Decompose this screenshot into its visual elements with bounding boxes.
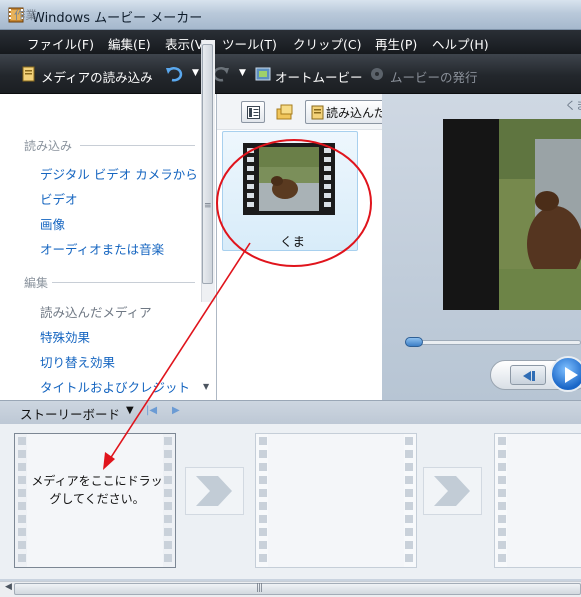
publish-movie-icon xyxy=(371,68,383,80)
task-import-video[interactable]: ビデオ xyxy=(40,189,78,208)
scroll-down-arrow-icon[interactable]: ▼ xyxy=(203,382,213,391)
task-imported-media[interactable]: 読み込んだメディア xyxy=(40,302,152,321)
section-divider xyxy=(52,282,195,283)
storyboard-dropdown-icon[interactable]: ▼ xyxy=(126,405,134,416)
import-media-button[interactable]: メディアの読み込み xyxy=(41,67,153,86)
undo-icon[interactable] xyxy=(165,66,183,82)
storyboard-view-label[interactable]: ストーリーボード xyxy=(20,404,120,423)
storyboard-next-icon[interactable]: ▶ xyxy=(172,405,180,416)
menu-play[interactable]: 再生(P) xyxy=(372,33,420,54)
section-divider xyxy=(80,145,195,146)
pane-view-icon xyxy=(247,106,260,119)
storyboard-frame-slot[interactable] xyxy=(255,433,417,568)
task-import-audio[interactable]: オーディオまたは音楽 xyxy=(40,239,164,258)
transition-slot[interactable] xyxy=(185,467,244,515)
rewind-icon xyxy=(523,371,535,381)
collection-icon xyxy=(311,105,324,120)
view-toggle-button[interactable] xyxy=(241,101,265,123)
scroll-grip-icon: ≡ xyxy=(204,201,212,211)
film-sprocket xyxy=(17,434,27,567)
redo-dropdown-icon[interactable]: ▼ xyxy=(239,68,246,78)
task-video-effects[interactable]: 特殊効果 xyxy=(40,327,90,346)
transition-arrow-icon xyxy=(434,476,470,506)
bear-clip-thumbnail[interactable] xyxy=(243,143,335,215)
task-transitions[interactable]: 切り替え効果 xyxy=(40,352,115,371)
import-media-icon xyxy=(22,66,35,82)
publish-movie-button[interactable]: ムービーの発行 xyxy=(390,67,478,86)
scrollbar-thumb[interactable] xyxy=(202,44,213,284)
menu-clip[interactable]: クリップ(C) xyxy=(290,33,364,54)
storyboard-previous-icon[interactable]: |◀ xyxy=(146,405,157,416)
clip-name: くま xyxy=(280,234,306,249)
menu-tools[interactable]: ツール(T) xyxy=(219,33,280,54)
automovie-icon xyxy=(255,67,271,81)
toolbar: メディアの読み込み ▼ ▼ オートムービー ムービーの発行 xyxy=(0,54,581,94)
storyboard-frame-slot[interactable] xyxy=(494,433,581,568)
scrollbar-thumb[interactable] xyxy=(14,583,581,595)
menu-edit[interactable]: 編集(E) xyxy=(105,33,154,54)
undo-dropdown-icon[interactable]: ▼ xyxy=(192,68,199,78)
import-section-label: 読み込み xyxy=(24,139,73,153)
window-title: Windows ムービー メーカー xyxy=(32,11,203,26)
play-icon xyxy=(565,367,578,383)
previous-frame-button[interactable] xyxy=(510,365,546,385)
preview-title: くま xyxy=(565,99,581,112)
transition-slot[interactable] xyxy=(423,467,482,515)
edit-section-label: 編集 xyxy=(24,276,49,290)
seek-bar[interactable] xyxy=(405,340,581,345)
seek-slider-thumb[interactable] xyxy=(405,337,423,347)
menu-help[interactable]: ヘルプ(H) xyxy=(429,33,492,54)
menu-file[interactable]: ファイル(F) xyxy=(24,33,97,54)
folder-up-icon[interactable] xyxy=(274,101,296,123)
imported-media-label: 読み込んだ xyxy=(326,106,387,120)
task-titles-credits[interactable]: タイトルおよびクレジット xyxy=(40,377,190,396)
play-button[interactable] xyxy=(550,356,581,392)
transition-arrow-icon xyxy=(196,476,232,506)
scroll-left-arrow-icon[interactable]: ◀ xyxy=(5,582,12,592)
automovie-button[interactable]: オートムービー xyxy=(275,67,363,86)
scroll-grip-icon: ||| xyxy=(256,583,263,593)
task-import-pictures[interactable]: 画像 xyxy=(40,214,65,233)
preview-video-screen xyxy=(443,119,581,310)
task-pane-header: 作業 xyxy=(14,8,37,22)
frame-content xyxy=(268,434,404,567)
film-sprocket xyxy=(497,434,507,567)
film-sprocket xyxy=(258,434,268,567)
task-import-dv-camera[interactable]: デジタル ビデオ カメラから xyxy=(40,164,198,183)
frame-content xyxy=(507,434,581,567)
menu-bar: ファイル(F) 編集(E) 表示(V) ツール(T) クリップ(C) 再生(P)… xyxy=(0,30,581,54)
drop-media-hint: メディアをここにドラッグしてください。 xyxy=(31,474,163,506)
film-sprocket xyxy=(404,434,414,567)
